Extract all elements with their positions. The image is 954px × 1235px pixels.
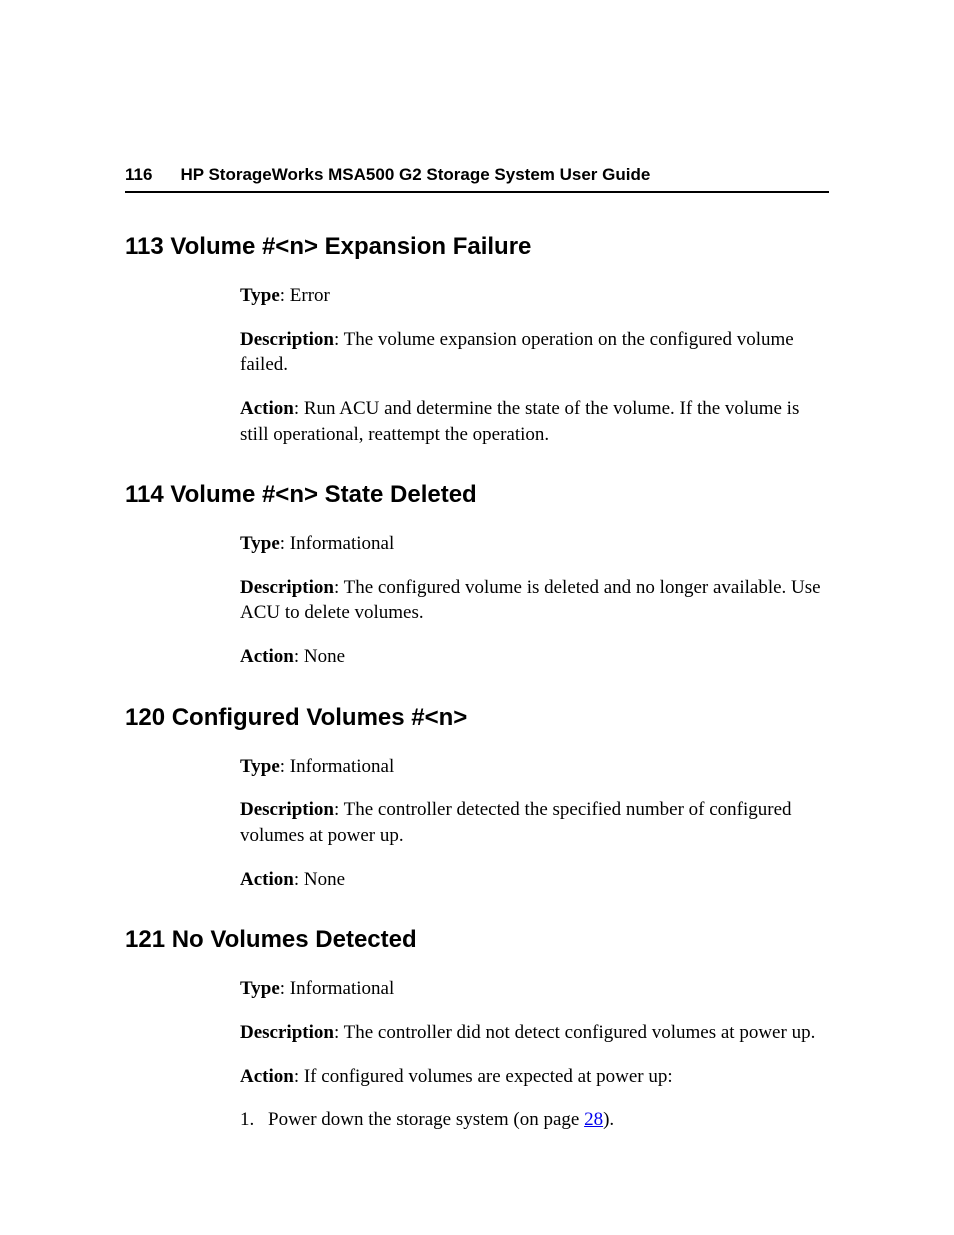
section-121: 121 No Volumes Detected Type: Informatio… (125, 926, 829, 1133)
type-line: Type: Informational (240, 531, 825, 557)
document-title: HP StorageWorks MSA500 G2 Storage System… (180, 165, 650, 185)
list-item-text: Power down the storage system (on page 2… (268, 1107, 825, 1133)
type-value: Informational (290, 533, 394, 554)
action-label: Action (240, 1066, 294, 1087)
list-item-number: 1. (240, 1107, 268, 1133)
description-label: Description (240, 329, 334, 350)
action-line: Action: None (240, 867, 825, 893)
type-line: Type: Error (240, 283, 825, 309)
action-label: Action (240, 869, 294, 890)
page-link-28[interactable]: 28 (584, 1109, 603, 1130)
action-label: Action (240, 398, 294, 419)
type-line: Type: Informational (240, 976, 825, 1002)
section-114: 114 Volume #<n> State Deleted Type: Info… (125, 481, 829, 670)
section-heading: 120 Configured Volumes #<n> (125, 704, 829, 732)
list-item: 1. Power down the storage system (on pag… (240, 1107, 825, 1133)
description-value: The controller did not detect configured… (344, 1022, 816, 1043)
section-113: 113 Volume #<n> Expansion Failure Type: … (125, 233, 829, 447)
section-heading: 121 No Volumes Detected (125, 926, 829, 954)
section-body: Type: Informational Description: The con… (125, 976, 829, 1133)
section-heading: 114 Volume #<n> State Deleted (125, 481, 829, 509)
action-value: If configured volumes are expected at po… (304, 1066, 673, 1087)
action-label: Action (240, 646, 294, 667)
section-body: Type: Informational Description: The con… (125, 531, 829, 670)
type-label: Type (240, 978, 280, 999)
section-heading: 113 Volume #<n> Expansion Failure (125, 233, 829, 261)
action-value: None (304, 869, 345, 890)
type-label: Type (240, 533, 280, 554)
list-text-post: ). (603, 1109, 614, 1130)
section-120: 120 Configured Volumes #<n> Type: Inform… (125, 704, 829, 893)
description-label: Description (240, 1022, 334, 1043)
type-line: Type: Informational (240, 754, 825, 780)
action-value: Run ACU and determine the state of the v… (240, 398, 799, 445)
action-line: Action: Run ACU and determine the state … (240, 396, 825, 447)
action-line: Action: None (240, 644, 825, 670)
description-line: Description: The volume expansion operat… (240, 327, 825, 378)
type-label: Type (240, 756, 280, 777)
action-line: Action: If configured volumes are expect… (240, 1064, 825, 1090)
type-value: Error (290, 285, 330, 306)
description-label: Description (240, 577, 334, 598)
type-value: Informational (290, 978, 394, 999)
page-number: 116 (125, 165, 152, 185)
description-line: Description: The controller detected the… (240, 797, 825, 848)
action-value: None (304, 646, 345, 667)
type-value: Informational (290, 756, 394, 777)
description-label: Description (240, 799, 334, 820)
section-body: Type: Error Description: The volume expa… (125, 283, 829, 447)
description-line: Description: The configured volume is de… (240, 575, 825, 626)
document-page: 116 HP StorageWorks MSA500 G2 Storage Sy… (0, 0, 954, 1133)
description-line: Description: The controller did not dete… (240, 1020, 825, 1046)
type-label: Type (240, 285, 280, 306)
section-body: Type: Informational Description: The con… (125, 754, 829, 893)
list-text-pre: Power down the storage system (on page (268, 1109, 584, 1130)
page-header: 116 HP StorageWorks MSA500 G2 Storage Sy… (125, 165, 829, 193)
